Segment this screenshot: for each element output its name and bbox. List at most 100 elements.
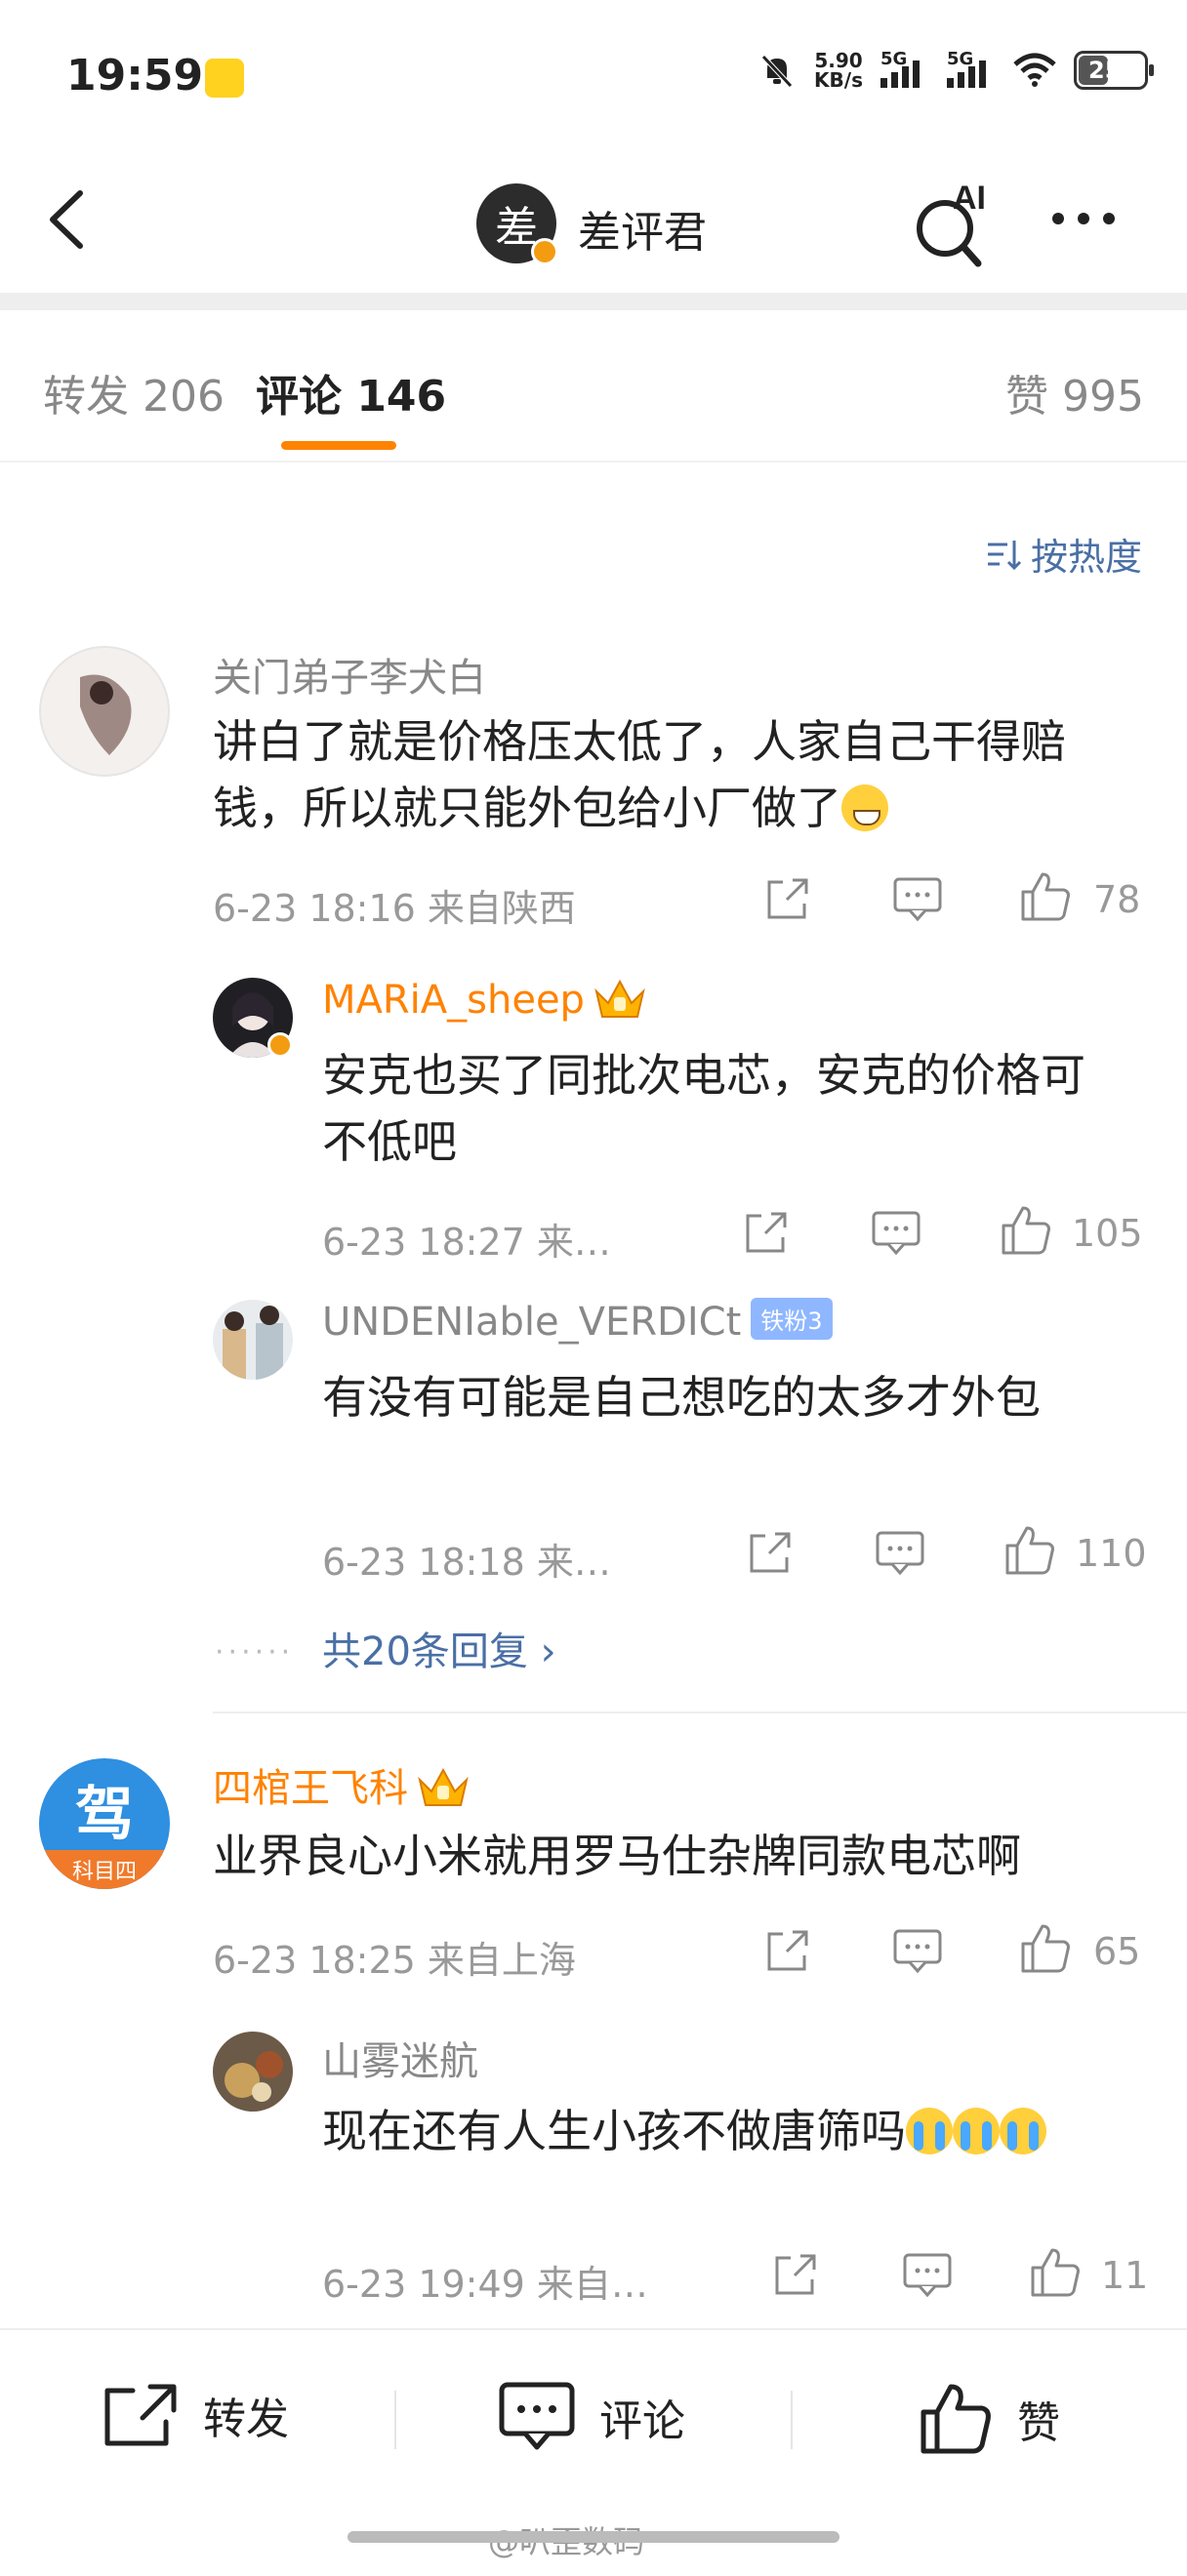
like-icon[interactable] [1019,870,1072,923]
avatar[interactable]: 驾 科目四 [39,1758,170,1889]
crying-emoji-icon [953,2108,1000,2154]
comment-username[interactable]: 四棺王飞科 [213,1756,471,1813]
battery-icon: 25 [1074,51,1154,90]
vip-crown-icon [418,1767,469,1806]
comment-icon[interactable] [871,1210,921,1257]
share-icon[interactable] [746,1528,795,1577]
like-icon [921,2384,991,2454]
like-icon[interactable] [1003,1524,1056,1577]
back-arrow-icon[interactable] [39,185,98,254]
sort-icon [987,540,1022,570]
like-count: 65 [1093,1930,1141,1973]
like-count: 110 [1076,1532,1147,1575]
like-count: 105 [1072,1212,1143,1255]
share-icon[interactable] [742,1208,791,1257]
bottom-divider [791,2391,793,2449]
sort-label: 按热度 [1030,536,1142,579]
crying-emoji-icon [906,2108,953,2154]
reply-text: 安克也买了同批次电芯，安克的价格可不低吧 [322,1049,1085,1168]
comment-meta: 6-23 18:25 来自上海 [213,1939,576,1982]
verified-badge-icon [267,1032,293,1058]
comment-label: 评论 [599,2396,685,2446]
comment-icon [499,2382,575,2450]
verified-badge-icon [531,238,558,265]
like-icon[interactable] [1019,1922,1072,1975]
account-avatar[interactable]: 差 [476,183,558,265]
reply-username-text: MARiA_sheep [322,978,585,1023]
fan-level-badge: 铁粉3 [751,1298,833,1340]
net-speed-value: 5.90 [814,49,863,72]
tab-comments[interactable]: 评论 146 [256,361,446,423]
bottom-divider [394,2391,396,2449]
laugh-emoji-icon [841,785,888,831]
svg-text:驾: 驾 [75,1781,134,1849]
app-notification-icon [205,59,244,98]
like-icon[interactable] [1029,2246,1082,2299]
status-icons: 5.90 KB/s 5G 5G 25 [757,49,1154,90]
like-label: 赞 [1017,2398,1060,2448]
vip-crown-icon [594,979,645,1018]
crying-emoji-icon [1000,2108,1046,2154]
share-icon[interactable] [763,874,812,923]
like-icon[interactable] [1000,1204,1052,1257]
comment-icon[interactable] [902,2252,953,2299]
repost-label: 转发 [203,2395,289,2444]
avatar[interactable] [39,646,170,777]
reply-username[interactable]: 山雾迷航 [322,2030,478,2086]
signal-5g-label: 5G [880,49,908,69]
tab-bar: 转发 206 评论 146 赞 995 [0,310,1187,463]
repost-icon [104,2384,177,2446]
signal-5g-label-2: 5G [947,49,974,69]
signal-icon: 5G [880,49,929,88]
more-options-icon[interactable] [1052,213,1115,224]
sort-by-heat-button[interactable]: 按热度 [984,527,1142,581]
repost-button[interactable]: 转发 [102,2381,289,2449]
reply-text-body: 现在还有人生小孩不做唐筛吗 [322,2105,906,2157]
like-count: 11 [1101,2254,1149,2297]
signal-icon-2: 5G [947,49,996,88]
like-count: 78 [1093,878,1141,921]
ai-label: AI [953,180,986,217]
reply-username[interactable]: MARiA_sheep [322,976,647,1023]
comment-icon[interactable] [892,1928,943,1975]
wifi-icon [1013,53,1056,87]
comment-separator [213,1711,1187,1713]
comment-text: 讲白了就是价格压太低了，人家自己干得赔钱，所以就只能外包给小厂做了 [213,708,1150,841]
mute-bell-icon [761,55,793,88]
comment-username-text: 四棺王飞科 [213,1766,408,1811]
reply-thread-dots: ······ [215,1635,295,1670]
comment-icon[interactable] [892,876,943,923]
active-tab-indicator [281,441,396,450]
section-divider [0,293,1187,310]
comment-username[interactable]: 关门弟子李犬白 [213,646,486,703]
like-button[interactable]: 赞 [918,2381,1060,2457]
reply-text: 现在还有人生小孩不做唐筛吗 [322,2098,1123,2164]
comment-text: 业界良心小米就用罗马仕杂牌同款电芯啊 [213,1830,1021,1882]
account-name[interactable]: 差评君 [578,197,707,260]
comment-meta: 6-23 18:16 来自陕西 [213,887,576,930]
comment-button[interactable]: 评论 [498,2381,685,2453]
tab-likes[interactable]: 赞 995 [1005,361,1144,423]
reply-username-text: UNDENIable_VERDICt [322,1300,742,1345]
comment-icon[interactable] [875,1530,925,1577]
comment-text-body: 讲白了就是价格压太低了，人家自己干得赔钱，所以就只能外包给小厂做了 [213,715,1066,834]
reply-meta: 6-23 18:27 来… [322,1221,611,1264]
reply-username[interactable]: UNDENIable_VERDICt 铁粉3 [322,1298,833,1345]
tab-repost[interactable]: 转发 206 [43,361,225,423]
net-speed: 5.90 KB/s [814,51,863,90]
share-icon[interactable] [771,2250,820,2299]
battery-level: 25 [1088,57,1122,84]
reply-meta: 6-23 18:18 来… [322,1541,611,1584]
avatar[interactable] [213,1300,293,1380]
status-time: 19:59 [66,51,204,101]
view-more-replies-link[interactable]: 共20条回复 › [322,1620,556,1676]
avatar-caption: 科目四 [71,1860,137,1884]
reply-text: 有没有可能是自己想吃的太多才外包 [322,1371,1041,1424]
home-indicator[interactable] [348,2531,839,2543]
avatar[interactable] [213,2032,293,2112]
ai-search-icon[interactable]: AI [908,174,996,271]
reply-meta: 6-23 19:49 来自… [322,2263,648,2306]
net-speed-unit: KB/s [814,68,863,92]
status-bar: 19:59 5.90 KB/s 5G 5G 25 [0,0,1187,146]
share-icon[interactable] [763,1926,812,1975]
